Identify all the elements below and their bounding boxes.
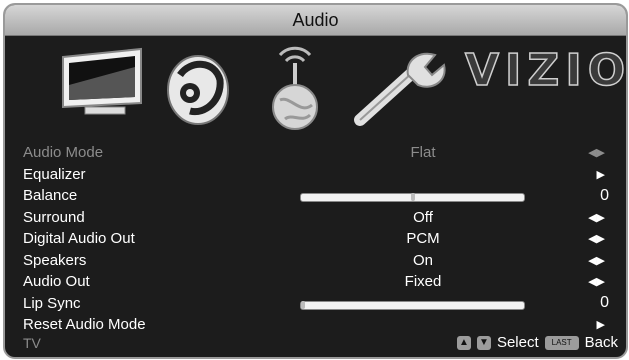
menu-row-balance[interactable]: Balance 0 bbox=[23, 185, 613, 207]
menu-row-label: Speakers bbox=[23, 251, 87, 269]
select-hint: Select bbox=[496, 334, 539, 351]
music-note-icon[interactable] bbox=[160, 45, 240, 130]
vizio-logo: VIZIO bbox=[464, 44, 628, 97]
globe-antenna-icon[interactable] bbox=[260, 45, 330, 135]
menu-row-audio-out[interactable]: Audio Out Fixed ◀▶ bbox=[23, 271, 613, 293]
left-right-arrows-icon: ◀▶ bbox=[588, 147, 605, 160]
menu-row-label: Lip Sync bbox=[23, 294, 81, 312]
button-hints: ▲ ▼ Select LAST Back bbox=[456, 334, 618, 351]
left-right-arrows-icon: ◀▶ bbox=[588, 233, 605, 246]
wrench-icon[interactable] bbox=[350, 45, 450, 130]
menu-row-label: Surround bbox=[23, 208, 85, 226]
tv-icon[interactable] bbox=[55, 45, 145, 125]
menu-row-audio-mode[interactable]: Audio Mode Flat ◀▶ bbox=[23, 142, 613, 164]
menu-row-label: Audio Out bbox=[23, 273, 90, 291]
submenu-arrow-icon: ▶ bbox=[596, 168, 605, 181]
balance-slider[interactable] bbox=[300, 193, 525, 202]
input-source-label: TV bbox=[23, 335, 41, 351]
menu-row-speakers[interactable]: Speakers On ◀▶ bbox=[23, 250, 613, 272]
menu-row-value: Fixed bbox=[404, 273, 442, 291]
lip-sync-slider[interactable] bbox=[300, 300, 525, 310]
back-hint[interactable]: Back bbox=[585, 334, 618, 351]
window-title: Audio bbox=[5, 5, 626, 36]
last-button-icon: LAST bbox=[544, 335, 579, 350]
menu-row-value: On bbox=[412, 251, 433, 269]
dpad-up-icon: ▲ bbox=[456, 335, 471, 350]
menu-row-equalizer[interactable]: Equalizer ▶ bbox=[23, 164, 613, 186]
lip-sync-slider-thumb[interactable] bbox=[301, 300, 305, 309]
footer-bar: TV ▲ ▼ Select LAST Back bbox=[5, 331, 626, 357]
left-right-arrows-icon: ◀▶ bbox=[588, 276, 605, 289]
left-right-arrows-icon: ◀▶ bbox=[588, 211, 605, 224]
audio-menu-window: Audio VIZIO Audio Mode Flat ◀▶ Equalizer… bbox=[3, 3, 628, 359]
menu-row-lip-sync[interactable]: Lip Sync 0 bbox=[23, 293, 613, 315]
balance-value: 0 bbox=[600, 186, 609, 204]
left-right-arrows-icon: ◀▶ bbox=[588, 254, 605, 267]
lip-sync-value: 0 bbox=[600, 294, 609, 312]
submenu-arrow-icon: ▶ bbox=[596, 319, 605, 332]
menu-row-label: Audio Mode bbox=[23, 144, 104, 162]
menu-row-value: PCM bbox=[406, 230, 440, 248]
balance-slider-thumb[interactable] bbox=[411, 193, 415, 201]
dpad-down-icon: ▼ bbox=[476, 335, 491, 350]
menu-row-label: Digital Audio Out bbox=[23, 230, 135, 248]
menu-row-digital-audio-out[interactable]: Digital Audio Out PCM ◀▶ bbox=[23, 228, 613, 250]
audio-settings-list: Audio Mode Flat ◀▶ Equalizer ▶ Balance 0… bbox=[23, 142, 613, 336]
menu-row-value: Off bbox=[413, 208, 433, 226]
menu-row-label: Equalizer bbox=[23, 165, 86, 183]
menu-row-surround[interactable]: Surround Off ◀▶ bbox=[23, 207, 613, 229]
menu-row-label: Balance bbox=[23, 187, 78, 205]
menu-row-value: Flat bbox=[410, 144, 436, 162]
